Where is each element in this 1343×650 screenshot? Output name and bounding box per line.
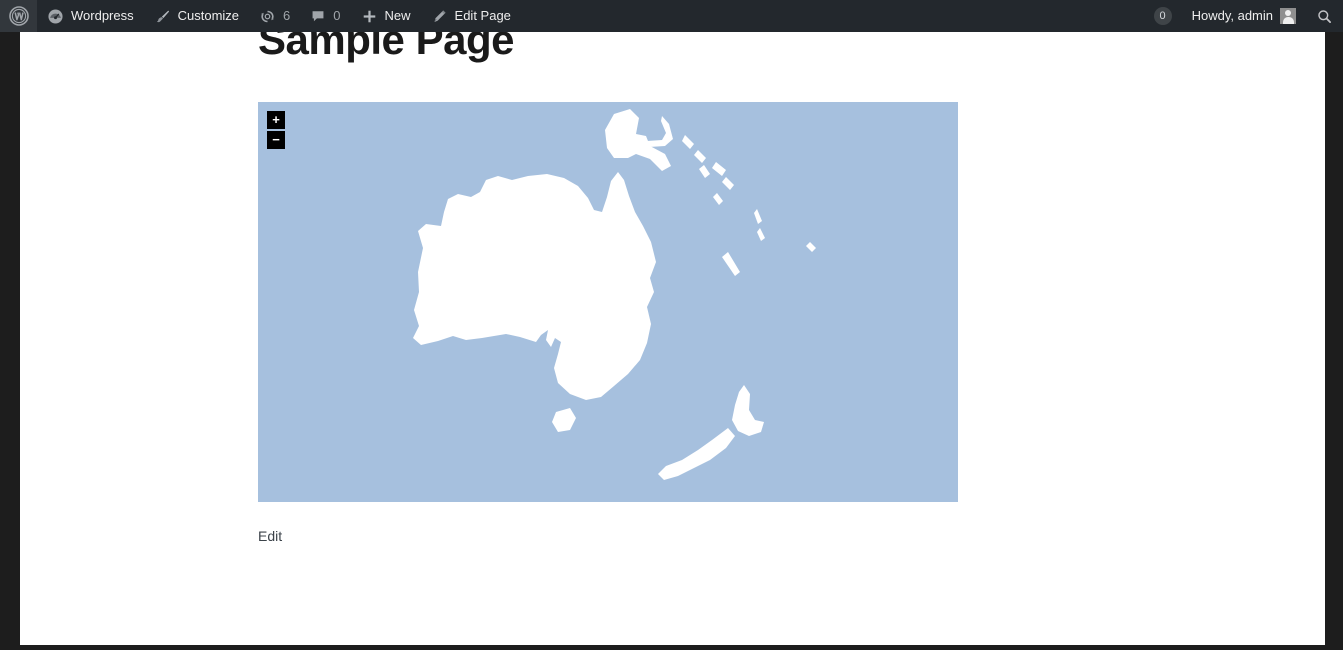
map-canvas[interactable] bbox=[258, 102, 958, 503]
admin-bar-search[interactable] bbox=[1306, 0, 1343, 32]
admin-bar-spacer bbox=[521, 0, 1144, 32]
admin-bar-new-content[interactable]: New bbox=[351, 0, 421, 32]
admin-bar-new-content-label: New bbox=[384, 8, 411, 23]
map-zoom-in-button[interactable]: + bbox=[267, 111, 285, 130]
admin-bar-customize-label: Customize bbox=[177, 8, 240, 23]
page-title: Sample Page bbox=[258, 32, 514, 63]
admin-bar-comments-count: 0 bbox=[333, 8, 341, 23]
notification-count-badge: 0 bbox=[1153, 7, 1172, 25]
map-zoom-out-button[interactable]: − bbox=[267, 131, 285, 150]
dashboard-icon bbox=[47, 8, 64, 25]
comment-bubble-icon bbox=[310, 8, 326, 24]
pencil-icon bbox=[431, 8, 448, 25]
wordpress-logo-icon bbox=[9, 6, 29, 26]
edit-post-link[interactable]: Edit bbox=[258, 528, 282, 544]
admin-bar-my-account[interactable]: Howdy, admin bbox=[1182, 0, 1306, 32]
admin-bar-updates[interactable]: 6 bbox=[249, 0, 300, 32]
admin-bar-comments[interactable]: 0 bbox=[300, 0, 350, 32]
admin-bar-site-name-label: Wordpress bbox=[71, 8, 134, 23]
admin-bar-updates-count: 6 bbox=[283, 8, 291, 23]
wp-admin-bar: Wordpress Customize 6 0 New Edit Page 0 … bbox=[0, 0, 1343, 32]
avatar-icon bbox=[1280, 8, 1296, 24]
map-landmasses bbox=[413, 109, 816, 481]
admin-bar-customize[interactable]: Customize bbox=[144, 0, 249, 32]
admin-bar-site-name[interactable]: Wordpress bbox=[37, 0, 144, 32]
admin-bar-edit-page-label: Edit Page bbox=[454, 8, 511, 23]
content-inner: Sample Page + − Edit bbox=[258, 32, 1258, 546]
page-content-area: Sample Page + − Edit bbox=[20, 32, 1325, 645]
howdy-label: Howdy, admin bbox=[1191, 8, 1273, 23]
map-widget[interactable]: + − bbox=[258, 102, 958, 503]
plus-icon bbox=[361, 8, 378, 25]
search-icon bbox=[1316, 8, 1333, 25]
admin-bar-notifications[interactable]: 0 bbox=[1144, 0, 1182, 32]
admin-bar-edit-page[interactable]: Edit Page bbox=[421, 0, 521, 32]
update-arrows-icon bbox=[259, 8, 276, 25]
map-zoom-controls: + − bbox=[267, 111, 285, 150]
admin-bar-wp-logo[interactable] bbox=[0, 0, 37, 32]
paintbrush-icon bbox=[154, 8, 171, 25]
